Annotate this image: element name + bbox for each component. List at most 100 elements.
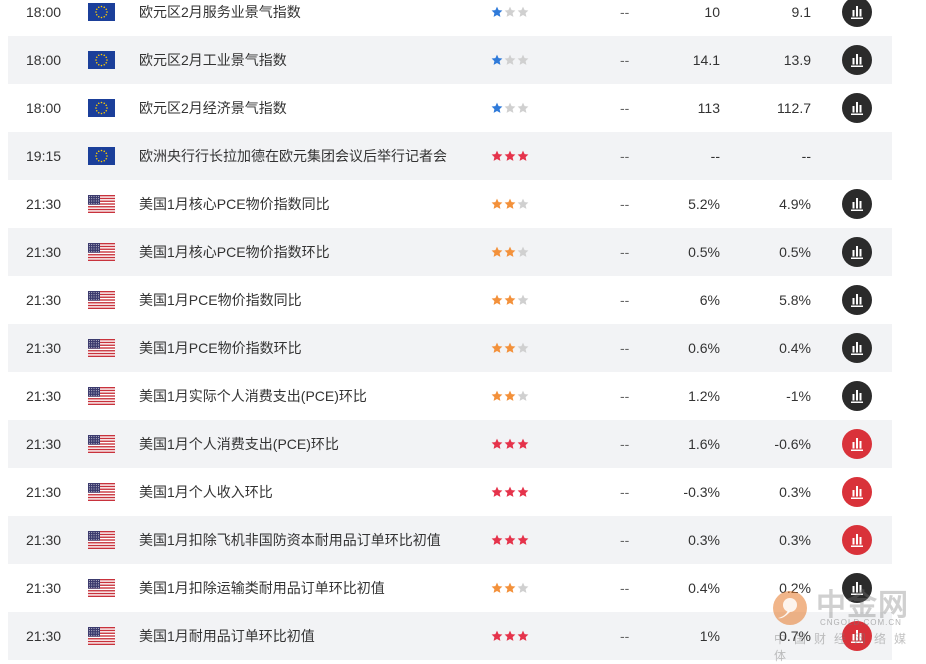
calendar-row[interactable]: 21:30 美国1月扣除运输类耐用品订单环比初值 -- 0.4% 0.2% (8, 564, 892, 612)
calendar-row[interactable]: 21:30 美国1月核心PCE物价指数同比 -- 5.2% 4.9% (8, 180, 892, 228)
star-icon (517, 6, 529, 17)
calendar-row[interactable]: 21:30 美国1月个人消费支出(PCE)环比 -- 1.6% -0.6% (8, 420, 892, 468)
bar-chart-icon (851, 198, 863, 211)
chart-button[interactable] (842, 333, 872, 363)
star-icon (491, 6, 503, 17)
event-title[interactable]: 美国1月扣除运输类耐用品订单环比初值 (139, 564, 385, 612)
calendar-row[interactable]: 21:30 美国1月个人收入环比 -- -0.3% 0.3% (8, 468, 892, 516)
calendar-row[interactable]: 18:00 欧元区2月经济景气指数 -- 113 112.7 (8, 84, 892, 132)
previous-value: -- (620, 340, 630, 356)
chart-button[interactable] (842, 381, 872, 411)
star-icon (517, 534, 529, 545)
actual-value: 113 (697, 100, 720, 116)
star-icon (517, 294, 529, 305)
calendar-row[interactable]: 21:30 美国1月耐用品订单环比初值 -- 1% 0.7% (8, 612, 892, 660)
calendar-row[interactable]: 21:30 美国1月扣除飞机非国防资本耐用品订单环比初值 -- 0.3% 0.3% (8, 516, 892, 564)
actual-value: -- (710, 148, 720, 164)
bar-chart-icon (851, 534, 863, 547)
chart-button[interactable] (842, 285, 872, 315)
calendar-row[interactable]: 18:00 欧元区2月工业景气指数 -- 14.1 13.9 (8, 36, 892, 84)
star-icon (491, 486, 503, 497)
event-title[interactable]: 美国1月实际个人消费支出(PCE)环比 (139, 372, 367, 420)
importance-stars (491, 102, 530, 114)
forecast-value: 0.7% (779, 628, 811, 644)
event-title[interactable]: 美国1月个人消费支出(PCE)环比 (139, 420, 339, 468)
forecast-value: -- (801, 148, 811, 164)
event-title[interactable]: 美国1月个人收入环比 (139, 468, 273, 516)
importance-stars (491, 54, 530, 66)
importance-stars (491, 630, 530, 642)
eu-flag-icon (88, 99, 115, 117)
event-time: 21:30 (26, 196, 62, 212)
chart-button[interactable] (842, 93, 872, 123)
chart-button[interactable] (842, 45, 872, 75)
event-time: 21:30 (26, 532, 62, 548)
event-title[interactable]: 美国1月核心PCE物价指数同比 (139, 180, 330, 228)
event-title[interactable]: 欧洲央行行长拉加德在欧元集团会议后举行记者会 (139, 132, 447, 180)
actual-value: 1% (699, 628, 720, 644)
us-flag-icon (88, 243, 115, 261)
us-flag-icon (88, 387, 115, 405)
chart-button[interactable] (842, 429, 872, 459)
star-icon (504, 630, 516, 641)
bar-chart-icon (851, 342, 863, 355)
bar-chart-icon (851, 54, 863, 67)
calendar-row[interactable]: 21:30 美国1月PCE物价指数环比 -- 0.6% 0.4% (8, 324, 892, 372)
calendar-row[interactable]: 18:00 欧元区2月服务业景气指数 -- 10 9.1 (8, 0, 892, 36)
star-icon (504, 390, 516, 401)
event-title[interactable]: 美国1月PCE物价指数环比 (139, 324, 302, 372)
event-title[interactable]: 美国1月扣除飞机非国防资本耐用品订单环比初值 (139, 516, 441, 564)
event-time: 21:30 (26, 628, 62, 644)
star-icon (491, 342, 503, 353)
calendar-row[interactable]: 21:30 美国1月实际个人消费支出(PCE)环比 -- 1.2% -1% (8, 372, 892, 420)
forecast-value: 0.4% (779, 340, 811, 356)
calendar-row[interactable]: 19:15 欧洲央行行长拉加德在欧元集团会议后举行记者会 -- -- -- (8, 132, 892, 180)
star-icon (517, 150, 529, 161)
event-title[interactable]: 欧元区2月工业景气指数 (139, 36, 287, 84)
chart-button[interactable] (842, 237, 872, 267)
bar-chart-icon (851, 582, 863, 595)
star-icon (504, 6, 516, 17)
previous-value: -- (620, 532, 630, 548)
event-time: 21:30 (26, 436, 62, 452)
eu-flag-icon (88, 51, 115, 69)
importance-stars (491, 6, 530, 18)
previous-value: -- (620, 484, 630, 500)
us-flag-icon (88, 339, 115, 357)
forecast-value: 112.7 (777, 100, 811, 116)
event-title[interactable]: 美国1月PCE物价指数同比 (139, 276, 302, 324)
star-icon (517, 390, 529, 401)
event-title[interactable]: 欧元区2月服务业景气指数 (139, 0, 301, 36)
previous-value: -- (620, 628, 630, 644)
star-icon (491, 630, 503, 641)
chart-button[interactable] (842, 0, 872, 27)
actual-value: 0.4% (688, 580, 720, 596)
previous-value: -- (620, 436, 630, 452)
forecast-value: -0.6% (774, 436, 811, 452)
chart-button[interactable] (842, 477, 872, 507)
forecast-value: 5.8% (779, 292, 811, 308)
event-time: 19:15 (26, 148, 62, 164)
star-icon (517, 582, 529, 593)
actual-value: 0.6% (688, 340, 720, 356)
forecast-value: 0.5% (779, 244, 811, 260)
star-icon (491, 534, 503, 545)
event-title[interactable]: 欧元区2月经济景气指数 (139, 84, 287, 132)
chart-button[interactable] (842, 189, 872, 219)
chart-button[interactable] (842, 621, 872, 651)
importance-stars (491, 150, 530, 162)
star-icon (504, 102, 516, 113)
importance-stars (491, 486, 530, 498)
calendar-row[interactable]: 21:30 美国1月PCE物价指数同比 -- 6% 5.8% (8, 276, 892, 324)
bar-chart-icon (851, 246, 863, 259)
chart-button[interactable] (842, 573, 872, 603)
actual-value: 6% (699, 292, 720, 308)
event-time: 18:00 (26, 52, 62, 68)
star-icon (517, 630, 529, 641)
event-title[interactable]: 美国1月核心PCE物价指数环比 (139, 228, 330, 276)
bar-chart-icon (851, 486, 863, 499)
calendar-row[interactable]: 21:30 美国1月核心PCE物价指数环比 -- 0.5% 0.5% (8, 228, 892, 276)
chart-button[interactable] (842, 525, 872, 555)
importance-stars (491, 246, 530, 258)
event-title[interactable]: 美国1月耐用品订单环比初值 (139, 612, 315, 660)
